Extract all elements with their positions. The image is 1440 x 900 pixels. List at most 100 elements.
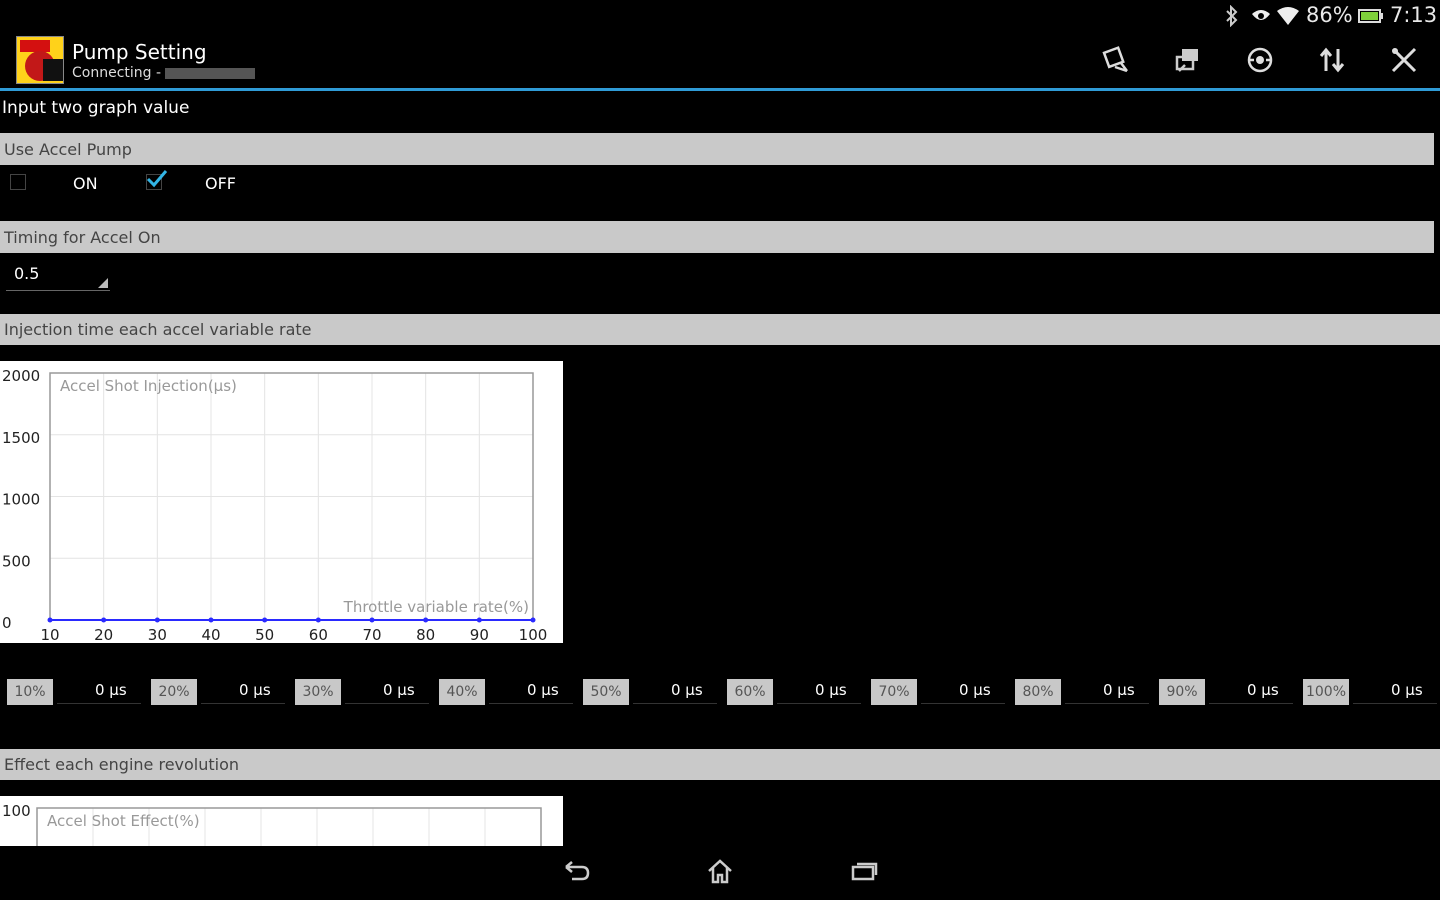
- data-point: [315, 617, 321, 623]
- timing-header-label: Timing for Accel On: [4, 227, 161, 247]
- y-tick-label: 2000: [2, 367, 40, 385]
- rate-value-input[interactable]: 0 μs: [1391, 681, 1423, 699]
- injection-chart-svg: 10 20 30 40 50 60 70 80 90 1000500100015002000Acc…: [2, 367, 548, 643]
- accel-pump-header: Use Accel Pump: [0, 133, 1434, 165]
- x-tick-label: 50: [255, 626, 274, 643]
- dropdown-icon: [98, 278, 108, 288]
- rate-label: 50%: [583, 679, 629, 705]
- app-title: Pump Setting: [72, 40, 207, 64]
- rate-label: 40%: [439, 679, 485, 705]
- y-tick-label: 0: [2, 614, 12, 632]
- rate-input-underline: [57, 703, 141, 704]
- y-tick-label: 500: [2, 552, 31, 570]
- sort-button[interactable]: [1312, 42, 1352, 82]
- save-button[interactable]: [1096, 42, 1136, 82]
- rate-value-input[interactable]: 0 μs: [95, 681, 127, 699]
- battery-icon: [1358, 8, 1384, 28]
- rate-label: 90%: [1159, 679, 1205, 705]
- action-bar: Pump Setting Connecting -: [0, 34, 1440, 88]
- app-logo-icon[interactable]: [16, 36, 64, 84]
- transfer-button[interactable]: [1168, 42, 1208, 82]
- chart-title: Accel Shot Effect(%): [47, 812, 200, 830]
- data-point: [476, 617, 482, 623]
- x-tick-label: 10: [40, 626, 59, 643]
- x-tick-label: 40: [201, 626, 220, 643]
- y-tick-label: 1500: [2, 429, 40, 447]
- x-tick-label: 80: [416, 626, 435, 643]
- save-icon: [1101, 45, 1131, 79]
- tools-button[interactable]: [1384, 42, 1424, 82]
- wifi-icon: [1276, 5, 1300, 31]
- accel-pump-header-label: Use Accel Pump: [4, 139, 132, 159]
- effect-header: Effect each engine revolution: [0, 749, 1440, 780]
- home-icon: [706, 858, 734, 888]
- back-icon: [562, 859, 592, 887]
- data-point: [101, 617, 107, 623]
- injection-header: Injection time each accel variable rate: [0, 314, 1440, 345]
- x-tick-label: 100: [519, 626, 548, 643]
- effect-header-label: Effect each engine revolution: [4, 755, 240, 774]
- rate-value-input[interactable]: 0 μs: [1103, 681, 1135, 699]
- accel-on-checkbox[interactable]: [10, 174, 26, 190]
- rate-input-underline: [777, 703, 861, 704]
- rate-label: 60%: [727, 679, 773, 705]
- rate-input-underline: [489, 703, 573, 704]
- x-tick-label: 20: [94, 626, 113, 643]
- rate-label: 80%: [1015, 679, 1061, 705]
- rate-input-underline: [921, 703, 1005, 704]
- rate-label: 100%: [1303, 679, 1349, 705]
- rate-label: 30%: [295, 679, 341, 705]
- eye-icon: [1250, 8, 1272, 28]
- recent-apps-icon: [849, 859, 879, 887]
- rate-value-input[interactable]: 0 μs: [1247, 681, 1279, 699]
- data-point: [423, 617, 429, 623]
- accel-on-label: ON: [73, 174, 98, 193]
- x-tick-label: 70: [362, 626, 381, 643]
- rate-value-input[interactable]: 0 μs: [671, 681, 703, 699]
- rate-label: 10%: [7, 679, 53, 705]
- connection-status: Connecting -: [72, 65, 256, 81]
- rate-value-input[interactable]: 0 μs: [239, 681, 271, 699]
- rate-value-input[interactable]: 0 μs: [383, 681, 415, 699]
- chart-title: Accel Shot Injection(μs): [60, 377, 237, 395]
- injection-header-label: Injection time each accel variable rate: [4, 320, 312, 339]
- data-point: [369, 617, 375, 623]
- accel-off-checkbox[interactable]: [146, 170, 168, 190]
- back-button[interactable]: [557, 856, 597, 890]
- sort-icon: [1317, 45, 1347, 79]
- x-axis-label: Throttle variable rate(%): [343, 598, 529, 616]
- y-tick-label: 1000: [2, 491, 40, 509]
- action-bar-divider: [0, 88, 1440, 91]
- rate-label: 70%: [871, 679, 917, 705]
- battery-percent: 86%: [1306, 3, 1353, 27]
- scan-button[interactable]: [1240, 42, 1280, 82]
- timing-value: 0.5: [14, 264, 40, 283]
- y-tick-label: 100: [2, 802, 31, 820]
- rate-input-underline: [1209, 703, 1293, 704]
- rate-value-input[interactable]: 0 μs: [527, 681, 559, 699]
- intro-text: Input two graph value: [2, 98, 190, 118]
- injection-chart[interactable]: 10 20 30 40 50 60 70 80 90 100 0 500 1000 1500 2000 Acc…: [0, 361, 563, 643]
- data-point: [208, 617, 214, 623]
- rate-value-input[interactable]: 0 μs: [815, 681, 847, 699]
- rate-input-underline: [345, 703, 429, 704]
- tools-icon: [1389, 45, 1419, 79]
- effect-chart-svg: 100 Accel Shot Effect(%): [2, 802, 542, 846]
- effect-chart[interactable]: 100 Accel Shot Effect(%): [0, 796, 563, 846]
- navigation-bar: [0, 846, 1440, 900]
- status-bar: 86% 7:13: [0, 0, 1440, 34]
- transfer-icon: [1173, 45, 1203, 79]
- recent-apps-button[interactable]: [844, 856, 884, 890]
- data-point: [262, 617, 268, 623]
- rate-input-underline: [1353, 703, 1437, 704]
- check-icon: [146, 170, 168, 188]
- scan-icon: [1245, 45, 1275, 79]
- data-point: [154, 617, 160, 623]
- rate-value-input[interactable]: 0 μs: [959, 681, 991, 699]
- timing-header: Timing for Accel On: [0, 221, 1434, 253]
- home-button[interactable]: [700, 856, 740, 890]
- timing-spinner[interactable]: 0.5: [6, 262, 110, 291]
- data-point: [530, 617, 536, 623]
- x-tick-label: 30: [148, 626, 167, 643]
- accel-off-label: OFF: [205, 174, 236, 193]
